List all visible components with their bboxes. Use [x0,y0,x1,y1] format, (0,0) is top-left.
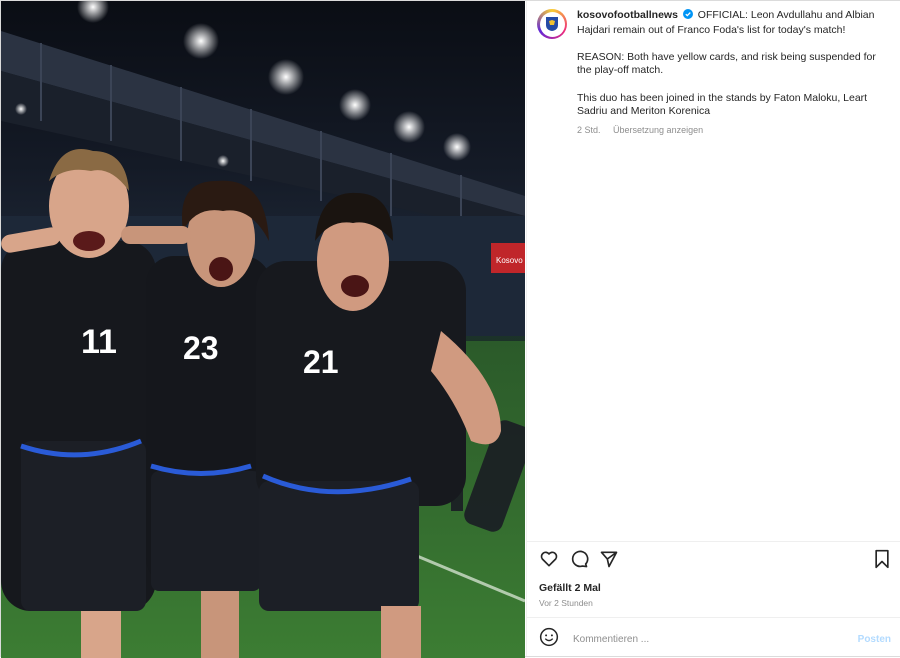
divider [527,617,900,618]
likes-count[interactable]: Gefällt 2 Mal [539,582,601,594]
caption-meta: 2 Std. Übersetzung anzeigen [577,124,889,138]
username[interactable]: kosovofootballnews [577,9,678,21]
post-age: 2 Std. [577,125,601,136]
caption-line-3: This duo has been joined in the stands b… [577,91,868,118]
comment-input[interactable] [571,632,858,646]
post-timestamp: Vor 2 Stunden [539,598,593,608]
jersey-number-23: 23 [183,330,219,366]
comment-row: Posten [539,627,891,651]
post-comment-button[interactable]: Posten [858,634,891,645]
post-photo[interactable]: Kosovo 11 23 21 [1,1,525,658]
caption-line-2: REASON: Both have yellow cards, and risk… [577,50,876,77]
emoji-icon[interactable] [539,627,559,652]
jersey-number-21: 21 [303,344,339,380]
bookmark-icon[interactable] [873,549,891,574]
share-icon[interactable] [599,549,619,574]
caption-row: kosovofootballnews OFFICIAL: Leon Avdull… [537,9,889,138]
action-bar [539,549,891,573]
divider [527,541,900,542]
comment-icon[interactable] [569,549,589,574]
heart-icon[interactable] [539,549,559,574]
club-crest-icon [539,11,565,37]
post-details-panel: kosovofootballnews OFFICIAL: Leon Avdull… [526,1,900,656]
translate-link[interactable]: Übersetzung anzeigen [613,125,703,135]
scoreboard-text: Kosovo [496,256,523,265]
instagram-post: Kosovo 11 23 21 kosovofootballnews OFFIC… [0,0,900,658]
avatar[interactable] [537,9,567,39]
verified-badge-icon [682,9,693,24]
jersey-number-11: 11 [81,323,117,361]
caption: kosovofootballnews OFFICIAL: Leon Avdull… [577,9,889,138]
stadium-celebration-image: Kosovo 11 23 21 [1,1,525,658]
